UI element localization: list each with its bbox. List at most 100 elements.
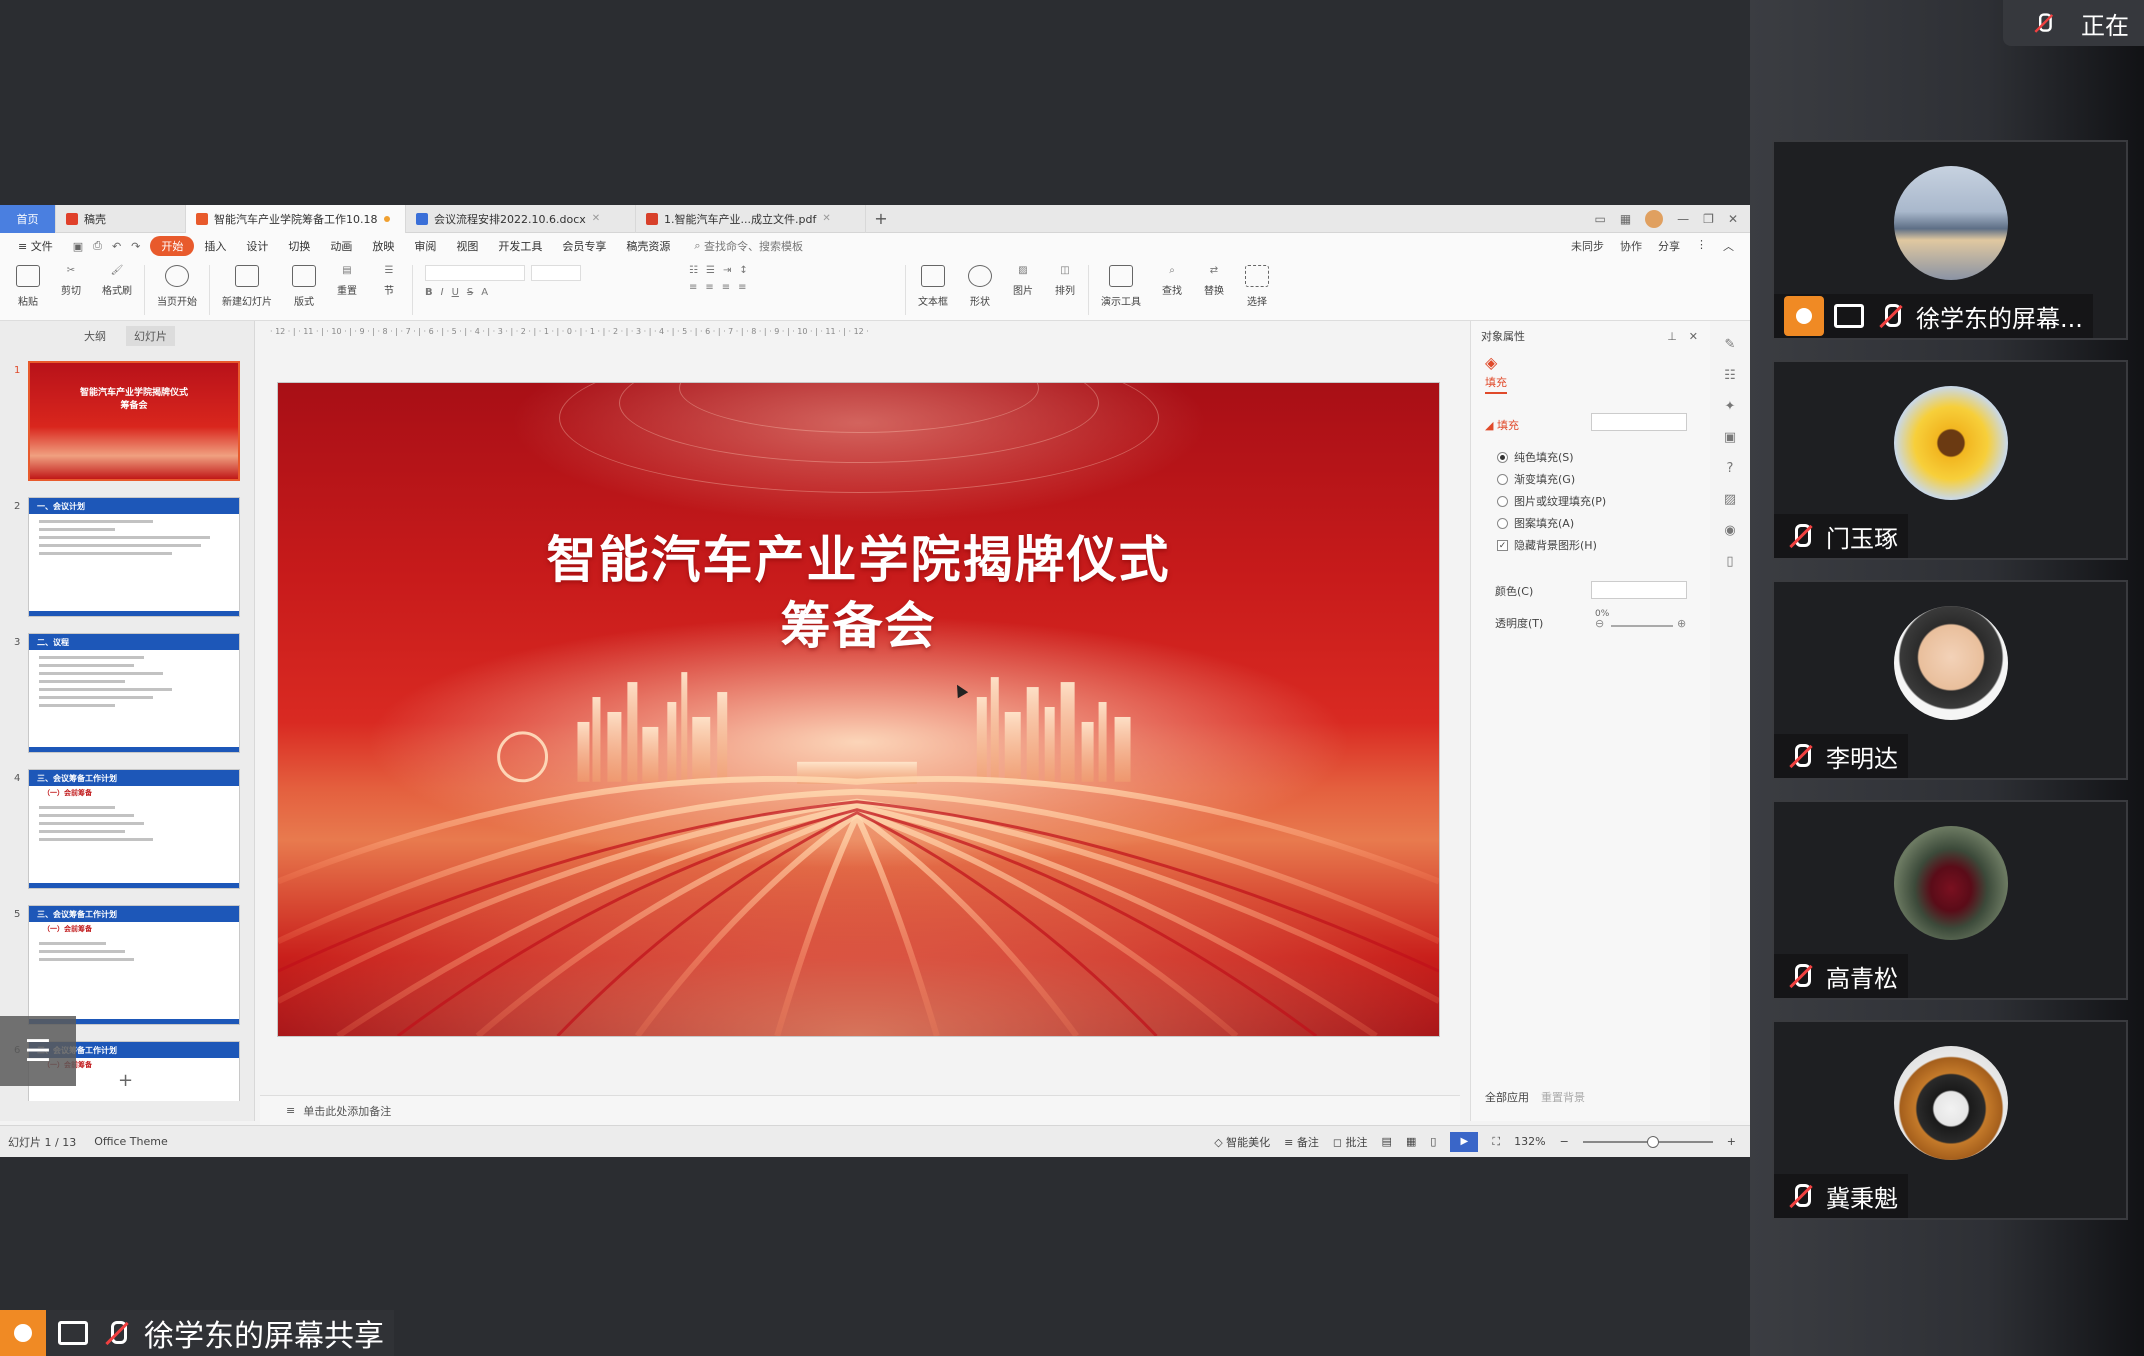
tab-home[interactable]: 首页 [0,205,56,233]
participant-tile[interactable]: 门玉琢 [1772,360,2128,560]
line-spacing-icon[interactable]: ↕ [739,265,747,276]
comments-toggle[interactable]: ◻ 批注 [1333,1134,1368,1150]
tab-docx[interactable]: 会议流程安排2022.10.6.docx ✕ [406,205,636,233]
reset-button[interactable]: ▤ 重置 [328,265,366,297]
menu-design[interactable]: 设计 [236,236,278,256]
tab-presentation[interactable]: 智能汽车产业学院筹备工作10.18 [186,205,406,233]
normal-view-icon[interactable]: ▤ [1382,1135,1392,1148]
thumbnail-item[interactable]: 4 三、会议筹备工作计划 （一）会前筹备 [0,769,250,893]
avatar[interactable] [1645,209,1664,228]
fill-section-header[interactable]: ◢ 填充 [1485,417,1519,433]
thumbnail-item[interactable]: 2 一、会议计划 [0,497,250,621]
menu-insert[interactable]: 插入 [194,236,236,256]
share-button[interactable]: 分享 [1658,238,1680,254]
new-slide-button[interactable]: 新建幻灯片 [214,265,280,308]
zoom-knob[interactable] [1646,1135,1659,1148]
thumbnail-slide-4[interactable]: 三、会议筹备工作计划 （一）会前筹备 [28,769,240,889]
apply-all-button[interactable]: 全部应用 [1485,1089,1529,1105]
pin-icon[interactable]: ✦ [1725,399,1736,414]
align-left-icon[interactable]: ≡ [689,282,697,293]
zoom-level[interactable]: 132% [1514,1135,1545,1148]
menu-review[interactable]: 审阅 [404,236,446,256]
more-icon[interactable]: ⋮ [1696,238,1707,254]
menu-view[interactable]: 视图 [446,236,488,256]
slide-title[interactable]: 智能汽车产业学院揭牌仪式 筹备会 [278,527,1439,659]
style-icon[interactable]: ✎ [1725,337,1736,352]
tab-fill[interactable]: ◈ 填充 [1485,353,1507,394]
fill-option-solid[interactable]: 纯色填充(S) [1497,449,1574,465]
undo-icon[interactable]: ↶ [112,240,121,253]
increase-icon[interactable]: ⊕ [1677,617,1686,630]
participant-tile[interactable]: 冀秉魁 [1772,1020,2128,1220]
print-icon[interactable]: ⎙ [93,239,102,253]
tab-gaoke[interactable]: 稿壳 [56,205,186,233]
close-icon[interactable]: ✕ [822,213,830,224]
select-button[interactable]: 选择 [1237,265,1277,308]
collapse-ribbon-icon[interactable]: ︿ [1723,238,1734,254]
command-search[interactable]: ⌕ 查找命令、搜索模板 [680,236,813,256]
align-center-icon[interactable]: ≡ [705,282,713,293]
close-icon[interactable]: ✕ [1689,330,1698,343]
close-icon[interactable]: ✕ [592,213,600,224]
zoom-slider[interactable] [1582,1135,1713,1148]
properties-icon[interactable]: ☷ [1724,368,1736,383]
sorter-view-icon[interactable]: ▦ [1406,1135,1416,1148]
notes-toggle[interactable]: ≡ 备注 [1284,1134,1319,1150]
participant-tile[interactable]: 徐学东的屏幕... [1772,140,2128,340]
tab-slides[interactable]: 幻灯片 [126,326,175,346]
zoom-in-icon[interactable]: + [1727,1135,1736,1148]
fill-option-gradient[interactable]: 渐变填充(G) [1497,471,1575,487]
beautify-button[interactable]: ◇ 智能美化 [1214,1134,1270,1150]
layout-icon[interactable]: ▭ [1594,212,1605,226]
reset-background-button[interactable]: 重置背景 [1541,1089,1585,1105]
font-size-select[interactable] [531,265,581,281]
italic-icon[interactable]: I [441,287,444,298]
decrease-icon[interactable]: ⊖ [1595,617,1604,630]
fill-option-picture[interactable]: 图片或纹理填充(P) [1497,493,1606,509]
align-right-icon[interactable]: ≡ [722,282,730,293]
thumbnail-item[interactable]: 3 二、议程 [0,633,250,757]
color-dropdown[interactable] [1591,581,1687,599]
format-painter-button[interactable]: 🖌 格式刷 [94,265,140,297]
play-from-current-button[interactable]: 当页开始 [149,265,205,308]
transition-icon[interactable]: ▣ [1724,430,1736,445]
thumbnail-item[interactable]: 1 智能汽车产业学院揭牌仪式 筹备会 [0,361,250,485]
file-menu[interactable]: ≡ 文件 [8,236,63,256]
location-icon[interactable]: ◉ [1724,523,1735,538]
strike-icon[interactable]: S [467,287,473,298]
find-button[interactable]: ⌕ 查找 [1153,265,1191,297]
pane-title[interactable]: 对象属性 [1481,328,1525,344]
bold-icon[interactable]: B [425,287,433,298]
transparency-slider[interactable] [1611,625,1673,627]
add-tab-button[interactable]: + [866,209,896,228]
fill-option-pattern[interactable]: 图案填充(A) [1497,515,1574,531]
add-slide-icon[interactable]: + [118,1070,133,1091]
picture-button[interactable]: ▨ 图片 [1004,265,1042,297]
underline-icon[interactable]: U [452,287,459,298]
font-family-select[interactable] [425,265,525,281]
pin-icon[interactable]: ⊥ [1667,330,1677,343]
play-slideshow-button[interactable]: ▶ [1450,1131,1479,1152]
fit-window-icon[interactable]: ⛶ [1492,1135,1500,1149]
menu-animation[interactable]: 动画 [320,236,362,256]
shapes-button[interactable]: 形状 [960,265,1000,308]
menu-developer[interactable]: 开发工具 [488,236,552,256]
list-menu-icon[interactable]: ☰ [0,1016,76,1086]
number-list-icon[interactable]: ☰ [706,265,715,276]
minimize-icon[interactable]: — [1677,212,1689,226]
arrange-button[interactable]: ◫ 排列 [1046,265,1084,297]
reading-view-icon[interactable]: ▯ [1430,1135,1436,1148]
indent-icon[interactable]: ⇥ [723,265,731,276]
zoom-out-icon[interactable]: − [1560,1135,1569,1148]
menu-slideshow[interactable]: 放映 [362,236,404,256]
section-button[interactable]: ☰ 节 [370,265,408,297]
participant-tile[interactable]: 高青松 [1772,800,2128,1000]
font-color-icon[interactable]: A [481,287,488,298]
close-icon[interactable]: ✕ [1728,212,1738,226]
collaborate-button[interactable]: 协作 [1620,238,1642,254]
menu-transition[interactable]: 切换 [278,236,320,256]
thumbnail-item[interactable]: 5 三、会议筹备工作计划 （一）会前筹备 [0,905,250,1029]
menu-home[interactable]: 开始 [150,236,195,256]
layout-button[interactable]: 版式 [284,265,324,308]
book-icon[interactable]: ▯ [1726,554,1733,569]
